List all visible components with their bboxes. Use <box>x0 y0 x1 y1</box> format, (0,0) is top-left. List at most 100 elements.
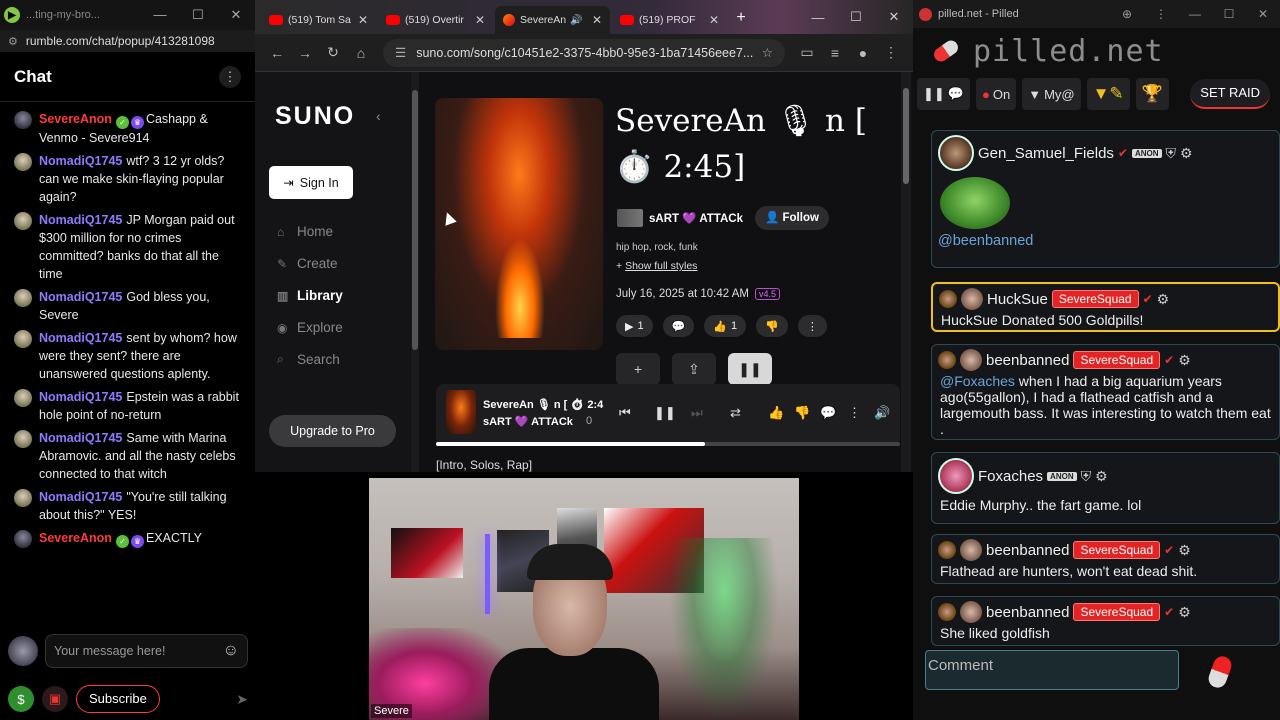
user-avatar[interactable] <box>961 288 983 310</box>
chat-username[interactable]: NomadiQ1745 <box>39 390 122 404</box>
chat-avatar[interactable] <box>14 530 32 548</box>
pilled-maximize-button[interactable]: ☐ <box>1212 7 1246 21</box>
home-icon[interactable]: ⌂ <box>347 45 375 61</box>
comment-input[interactable]: Comment <box>925 650 1179 690</box>
like-button[interactable]: 👍 1 <box>704 315 747 337</box>
artist-avatar[interactable] <box>617 209 643 227</box>
send-icon[interactable]: ➤ <box>236 691 248 708</box>
reload-icon[interactable]: ↻ <box>319 44 347 61</box>
player-more-icon[interactable]: ⋮ <box>848 405 861 421</box>
sidebar-item-home[interactable]: ⌂ Home <box>277 224 333 239</box>
browser-maximize-button[interactable]: ☐ <box>837 9 875 25</box>
post-username[interactable]: Gen_Samuel_Fields <box>978 145 1114 162</box>
page-scroll-thumb[interactable] <box>903 88 909 184</box>
playlist-icon[interactable]: ≡ <box>821 45 849 61</box>
share-button[interactable]: ⇪ <box>672 353 716 385</box>
artist-name[interactable]: sART 💜 ATTACk <box>649 211 743 225</box>
settings-gear-icon[interactable]: ⚙ <box>1178 604 1191 621</box>
chat-avatar[interactable] <box>14 430 32 448</box>
follow-button[interactable]: 👤 Follow <box>754 206 829 230</box>
play-count-button[interactable]: ▶ 1 <box>616 315 653 337</box>
sidebar-item-explore[interactable]: ◉ Explore <box>277 320 343 335</box>
sidebar-item-search[interactable]: ⌕ Search <box>277 352 340 367</box>
user-avatar[interactable] <box>960 539 982 561</box>
add-button[interactable]: + <box>616 353 660 385</box>
browser-tab[interactable]: SevereAn 🔊 ✕ <box>495 6 610 34</box>
pilled-menu-icon[interactable]: ⋮ <box>1144 7 1178 21</box>
chat-username[interactable]: SevereAnon <box>39 531 112 545</box>
browser-tab[interactable]: (519) Tom Sa ✕ <box>261 6 376 34</box>
set-raid-button[interactable]: SET RAID <box>1190 79 1270 109</box>
chat-avatar[interactable] <box>14 489 32 507</box>
player-comment-icon[interactable]: 💬 <box>820 405 836 421</box>
browser-menu-icon[interactable]: ⋮ <box>877 44 905 61</box>
post-username[interactable]: Foxaches <box>978 468 1043 485</box>
chat-avatar[interactable] <box>14 111 32 129</box>
upgrade-button[interactable]: Upgrade to Pro <box>269 415 396 447</box>
tab-close-icon[interactable]: ✕ <box>358 13 368 27</box>
profile-avatar-icon[interactable]: ● <box>849 45 877 61</box>
player-dislike-icon[interactable]: 👎 <box>794 405 810 421</box>
tab-audio-icon[interactable]: 🔊 <box>570 15 582 26</box>
pilled-close-button[interactable]: ✕ <box>1246 7 1280 21</box>
collapse-sidebar-icon[interactable]: ‹ <box>376 108 381 124</box>
player-cover[interactable] <box>446 390 476 434</box>
sidebar-scrollbar[interactable] <box>411 72 419 472</box>
player-like-icon[interactable]: 👍 <box>768 405 784 421</box>
subscribe-button[interactable]: Subscribe <box>76 685 160 713</box>
back-icon[interactable]: ← <box>263 45 291 61</box>
comment-button[interactable]: 💬 <box>662 315 695 337</box>
sidebar-scroll-thumb[interactable] <box>412 90 418 350</box>
user-avatar[interactable] <box>960 349 982 371</box>
chat-username[interactable]: NomadiQ1745 <box>39 213 122 227</box>
pill-toggle-button[interactable]: ● On <box>975 78 1017 110</box>
settings-gear-icon[interactable]: ⚙ <box>1178 352 1191 369</box>
sidebar-item-library[interactable]: ▥ Library <box>277 288 343 303</box>
more-options-button[interactable]: ⋮ <box>797 315 827 337</box>
forward-icon[interactable]: → <box>291 45 319 61</box>
rant-dollar-icon[interactable]: $ <box>8 686 34 712</box>
post-text[interactable]: @beenbanned <box>938 233 1273 249</box>
repeat-icon[interactable]: ⇄ <box>730 405 741 421</box>
chat-username[interactable]: SevereAnon <box>39 112 112 126</box>
settings-gear-icon[interactable]: ⚙ <box>1157 291 1170 308</box>
suno-logo[interactable]: SUNO <box>275 102 355 131</box>
pause-chat-button[interactable]: ❚❚ 💬 <box>917 78 970 110</box>
close-button[interactable]: ✕ <box>217 7 255 23</box>
settings-gear-icon[interactable]: ⚙ <box>1178 542 1191 559</box>
chat-avatar[interactable] <box>14 330 32 348</box>
sign-in-button[interactable]: ⇥ Sign In <box>269 166 353 199</box>
chat-username[interactable]: NomadiQ1745 <box>39 431 122 445</box>
pilled-brand[interactable]: pilled.net <box>973 34 1164 69</box>
browser-minimize-button[interactable]: — <box>799 10 837 25</box>
chat-more-icon[interactable]: ⋮ <box>219 65 241 88</box>
post-username[interactable]: beenbanned <box>986 542 1069 559</box>
gold-filter-button[interactable]: ▼✎ <box>1086 78 1130 110</box>
address-bar[interactable]: ☰ suno.com/song/c10451e2-3375-4bb0-95e3-… <box>383 38 785 67</box>
user-avatar[interactable] <box>960 601 982 623</box>
reader-icon[interactable]: ▭ <box>793 44 821 61</box>
gift-icon[interactable]: ▣ <box>42 686 68 712</box>
chat-username[interactable]: NomadiQ1745 <box>39 490 122 504</box>
chat-username[interactable]: NomadiQ1745 <box>39 331 122 345</box>
settings-gear-icon[interactable]: ⚙ <box>1180 145 1193 162</box>
new-tab-button[interactable]: + <box>729 7 753 31</box>
chat-avatar[interactable] <box>14 212 32 230</box>
bookmark-star-icon[interactable]: ☆ <box>762 45 773 60</box>
volume-icon[interactable]: 🔊 <box>874 405 890 421</box>
tab-close-icon[interactable]: ✕ <box>592 13 602 27</box>
pause-big-button[interactable]: ❚❚ <box>728 353 772 385</box>
browser-tab[interactable]: (519) PROF ✕ <box>612 6 727 34</box>
maximize-button[interactable]: ☐ <box>179 7 217 23</box>
site-info-icon[interactable]: ⚙ <box>8 35 18 48</box>
browser-close-button[interactable]: ✕ <box>875 9 913 25</box>
dislike-button[interactable]: 👎 <box>756 315 788 337</box>
user-avatar[interactable] <box>938 458 974 494</box>
site-settings-icon[interactable]: ☰ <box>395 45 406 60</box>
settings-gear-icon[interactable]: ⚙ <box>1095 468 1108 485</box>
page-scrollbar[interactable] <box>901 72 911 472</box>
mentions-filter-button[interactable]: ▼ My@ <box>1022 78 1081 110</box>
show-styles-link[interactable]: + Show full styles <box>616 260 697 272</box>
tab-close-icon[interactable]: ✕ <box>709 13 719 27</box>
player-pause-icon[interactable]: ❚❚ <box>654 405 676 421</box>
